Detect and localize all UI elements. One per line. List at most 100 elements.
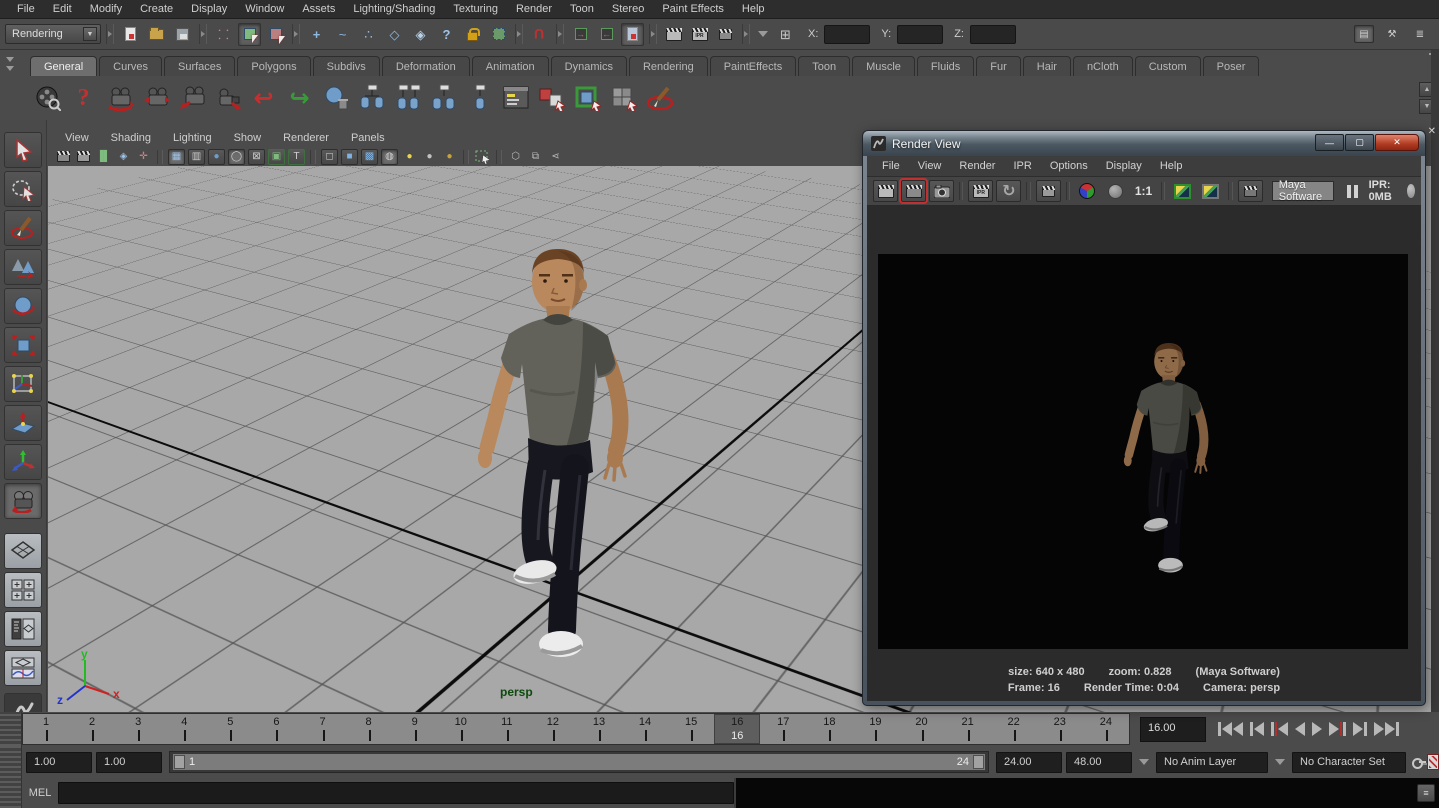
timeline-frame-cell[interactable]: 22 [991,714,1037,744]
statusline-divider[interactable] [292,24,300,44]
one-to-one-button[interactable]: 1:1 [1131,184,1156,198]
menubar-item[interactable]: Toon [561,1,603,17]
camera-bookmarks-button[interactable] [75,149,92,165]
remove-image-button[interactable] [1198,180,1223,202]
safe-title-button[interactable]: T [288,149,305,165]
shelf-tab[interactable]: Poser [1203,56,1260,76]
snap-help-button[interactable]: ? [435,23,458,46]
statusline-divider[interactable] [106,24,114,44]
shelf-tab[interactable]: Muscle [852,56,915,76]
set-key-icon[interactable] [1412,755,1421,769]
shelf-tab[interactable]: Rendering [629,56,708,76]
panel-menu-item[interactable]: Shading [101,130,161,146]
menubar-item[interactable]: Help [733,1,774,17]
command-output-field[interactable]: ≡ [734,778,1439,808]
select-component-button[interactable] [264,23,287,46]
output-connections-button[interactable]: ← [595,23,618,46]
select-tool-button[interactable] [4,132,42,168]
timeline-frame-cell[interactable]: 3 [115,714,161,744]
open-render-settings-button[interactable] [1238,180,1263,202]
render-view-menu-item[interactable]: Options [1041,158,1097,174]
persp-graph-layout-button[interactable] [4,650,42,686]
menubar-item[interactable]: Lighting/Shading [344,1,444,17]
field-chart-button[interactable]: ⊠ [248,149,265,165]
timeline-frame-cell[interactable]: 9 [392,714,438,744]
attribute-editor-toggle[interactable]: ▤ [1354,25,1374,43]
menubar-item[interactable]: Create [131,1,182,17]
keep-image-button[interactable] [1170,180,1195,202]
selected-lights-button[interactable]: ● [441,149,458,165]
outliner-shelf-button[interactable] [500,83,531,114]
anim-layer-field[interactable]: No Anim Layer [1156,752,1268,773]
panel-menu-item[interactable]: Renderer [273,130,339,146]
render-current-frame-button[interactable] [662,23,685,46]
panel-menu-item[interactable]: View [55,130,99,146]
statusline-divider[interactable] [556,24,564,44]
snap-align-shelf-button[interactable] [536,83,567,114]
camera-track-shelf-button[interactable] [140,83,171,114]
shelf-tab[interactable]: Deformation [382,56,470,76]
tool-settings-toggle[interactable]: ⚒ [1382,25,1402,43]
render-view-menu-item[interactable]: Display [1097,158,1151,174]
shaded-mode-button[interactable]: ■ [341,149,358,165]
camera-attributes-button[interactable] [55,149,72,165]
help-shelf-button[interactable]: ? [68,83,99,114]
single-pane-layout-button[interactable] [4,533,42,569]
go-to-start-button[interactable] [1218,717,1243,741]
single-pane-button[interactable]: ⬡ [507,149,524,165]
menu-set-selector[interactable]: Rendering ▼ [5,24,101,44]
multi-pane-button[interactable]: ⧉ [527,149,544,165]
show-manipulator-button[interactable] [4,444,42,480]
shelf-tab[interactable]: Hair [1023,56,1071,76]
construction-history-button[interactable] [621,23,644,46]
shelf-tab[interactable]: Animation [472,56,549,76]
menubar-item[interactable]: Display [182,1,236,17]
textured-mode-button[interactable]: ▩ [361,149,378,165]
input-connections-button[interactable]: → [569,23,592,46]
image-plane-button[interactable]: ▐▌ [95,149,112,165]
last-tool-button[interactable] [4,483,42,519]
statusline-divider[interactable] [515,24,523,44]
menubar-item[interactable]: Render [507,1,561,17]
timeline-frame-cell[interactable]: 11 [484,714,530,744]
snap-magnet-button[interactable]: U [528,23,551,46]
timeline-frame-cell[interactable]: 5 [207,714,253,744]
field-entry-mode-button[interactable]: ⊞ [774,23,797,46]
shelf-tab[interactable]: Toon [798,56,850,76]
timeline-frame-cell[interactable]: 14 [622,714,668,744]
panel-menu-item[interactable]: Lighting [163,130,222,146]
delete-unused-shelf-button[interactable] [320,83,351,114]
shelf-tab[interactable]: General [30,56,97,76]
default-light-button[interactable]: ● [401,149,418,165]
lasso-select-tool-button[interactable] [4,171,42,207]
shelf-tab[interactable]: Fluids [917,56,974,76]
anim-layer-dropdown-icon[interactable] [1139,759,1149,765]
display-alpha-button[interactable] [1103,180,1128,202]
cmdline-drag-handle[interactable] [0,778,22,808]
paint-scripts-shelf-button[interactable] [644,83,675,114]
menubar-item[interactable]: Edit [44,1,81,17]
snapshot-button[interactable] [929,180,954,202]
panel-menu-item[interactable]: Panels [341,130,395,146]
statusline-divider[interactable] [199,24,207,44]
shelf-tab[interactable]: Dynamics [551,56,627,76]
x-input-field[interactable] [824,25,870,44]
rotate-tool-button[interactable] [4,288,42,324]
universal-manipulator-button[interactable] [4,366,42,402]
channel-box-toggle[interactable]: ≣ [1410,25,1430,43]
timeline-frame-cell[interactable]: 17 [760,714,806,744]
animation-start-field[interactable]: 1.00 [26,752,92,773]
new-scene-button[interactable] [119,23,142,46]
film-gate-button[interactable]: ▥ [188,149,205,165]
pause-ipr-button[interactable] [1347,185,1358,198]
resolution-gate-button[interactable]: ● [208,149,225,165]
timeline-frame-cell[interactable]: 15 [668,714,714,744]
camera-dolly-shelf-button[interactable] [176,83,207,114]
timeline-frame-cell[interactable]: 18 [806,714,852,744]
mel-input-field[interactable] [58,782,734,804]
timeline-frame-cell[interactable]: 21 [945,714,991,744]
character-set-field[interactable]: No Character Set [1292,752,1406,773]
group-shelf-button[interactable] [356,83,387,114]
timeline-frame-cell[interactable]: 20 [898,714,944,744]
rendered-image[interactable] [878,254,1408,649]
